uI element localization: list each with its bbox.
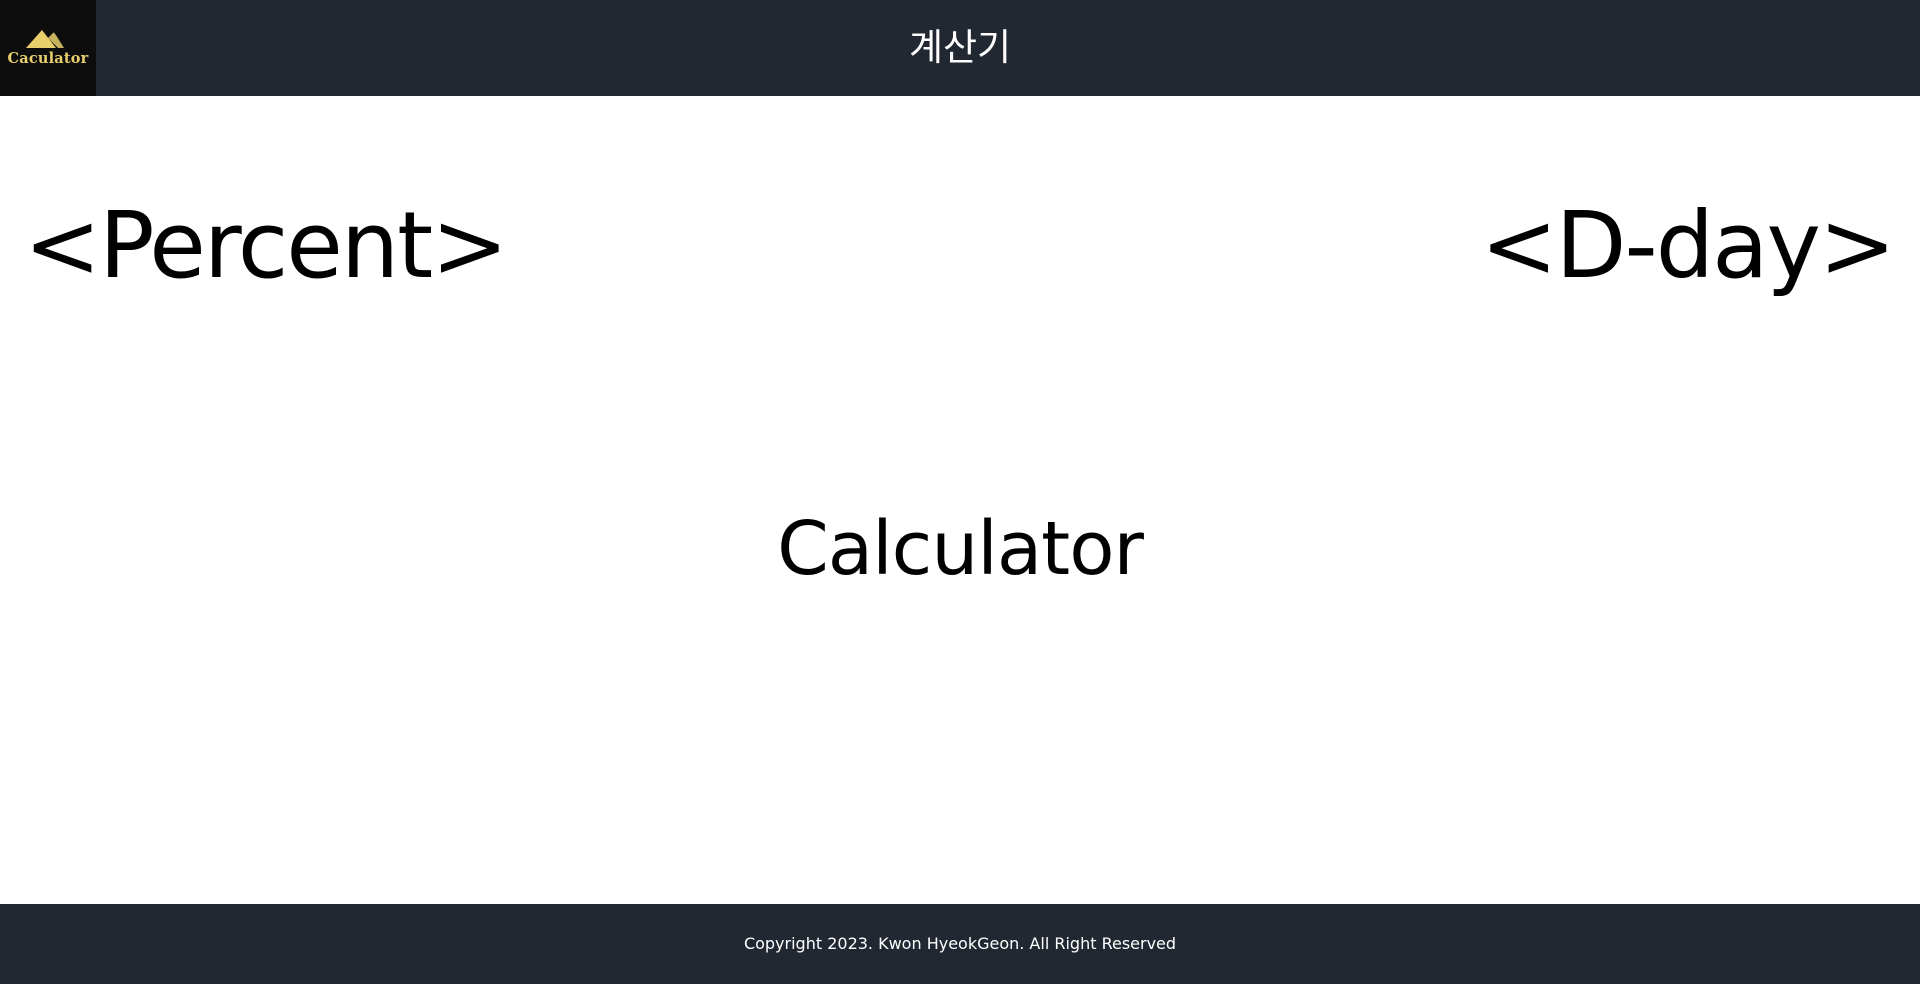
site-header: Caculator 계산기 — [0, 0, 1920, 96]
copyright-text: Copyright 2023. Kwon HyeokGeon. All Righ… — [743, 934, 1177, 953]
page: Caculator 계산기 <Percent> <D-day> Calculat… — [0, 0, 1920, 984]
page-title: 계산기 — [908, 26, 1012, 69]
calculator-heading: Calculator — [777, 506, 1144, 592]
percent-link[interactable]: <Percent> — [24, 200, 508, 292]
main-content: <Percent> <D-day> Calculator — [0, 96, 1920, 904]
site-footer: Copyright 2023. Kwon HyeokGeon. All Righ… — [0, 904, 1920, 984]
dday-link[interactable]: <D-day> — [1481, 200, 1896, 292]
